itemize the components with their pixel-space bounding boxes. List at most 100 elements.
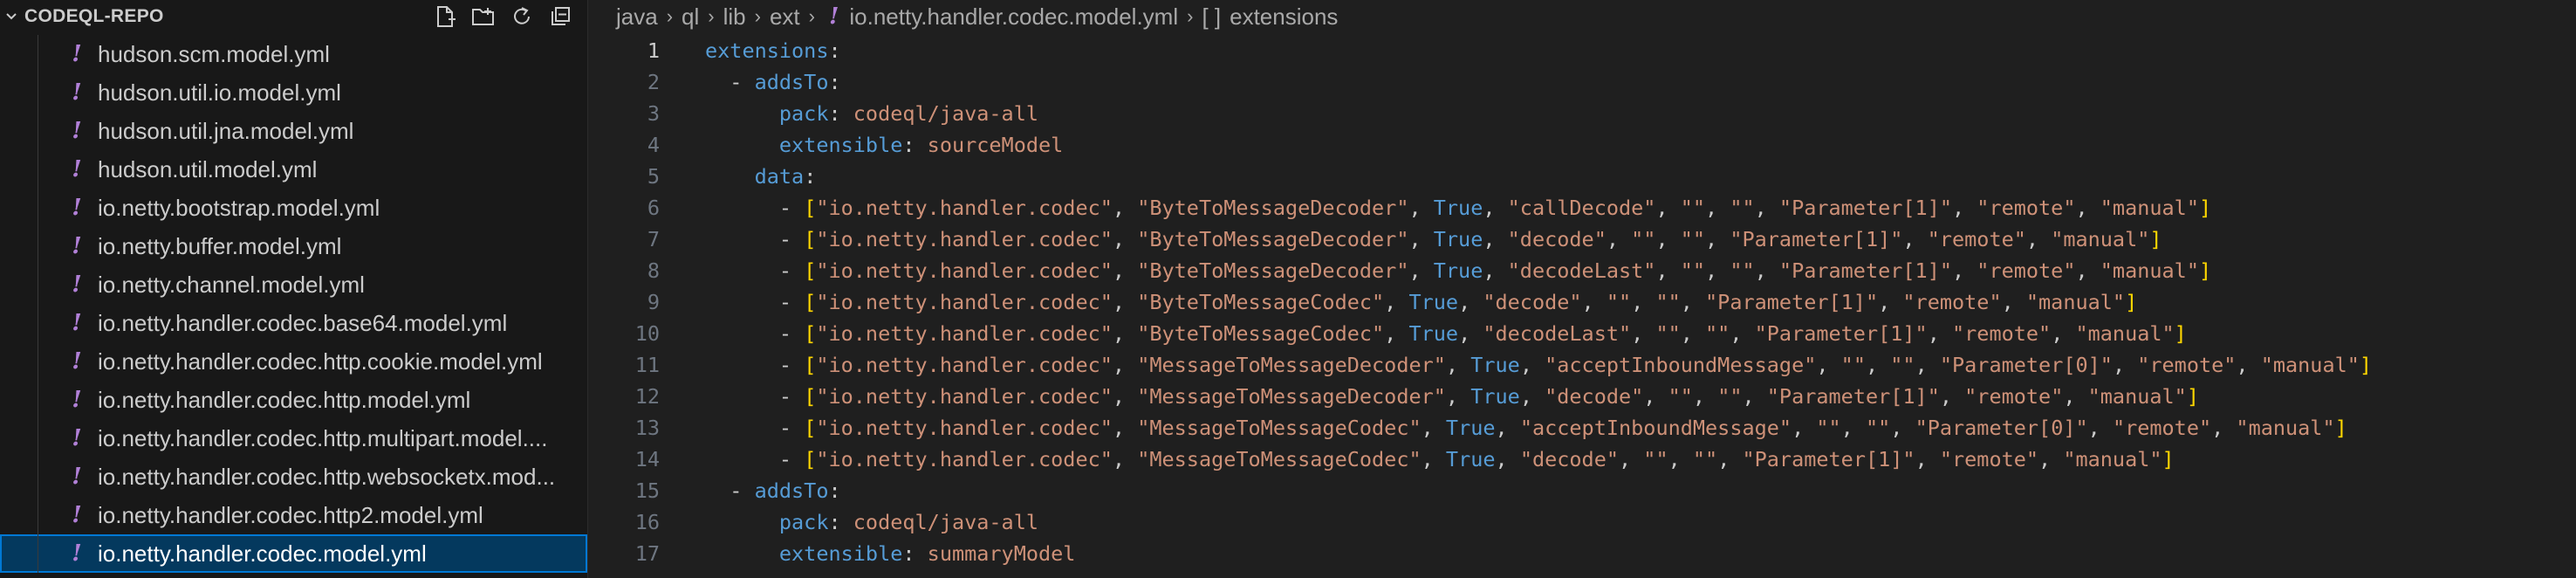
string-token: "io.netty.handler.codec" [816,447,1113,471]
file-tree-item[interactable]: ! io.netty.handler.codec.model.yml [0,534,587,573]
yaml-file-icon: ! [72,387,82,413]
line-number: 10 [634,321,660,346]
breadcrumb-folder[interactable]: java [616,3,658,31]
string-token: "" [1717,384,1743,409]
punctuation-token: - [705,321,805,346]
refresh-icon[interactable] [509,3,535,30]
new-folder-icon[interactable] [470,3,497,30]
breadcrumb-file[interactable]: io.netty.handler.codec.model.yml [849,3,1178,31]
file-tree-item[interactable]: ! io.netty.handler.codec.http2.model.yml [0,496,587,534]
string-token: "MessageToMessageCodec" [1137,416,1422,440]
code-line[interactable]: 8 - ["io.netty.handler.codec", "ByteToMe… [588,255,2576,286]
yaml-file-icon: ! [72,41,82,67]
collapse-all-icon[interactable] [547,3,573,30]
punctuation-token: - [705,196,805,220]
line-number: 8 [647,258,660,283]
punctuation-token: , [1878,290,1903,314]
breadcrumb-symbol[interactable]: extensions [1230,3,1338,31]
string-token: "io.netty.handler.codec" [816,353,1113,377]
bracket-token: [ [804,416,817,440]
code-line[interactable]: 7 - ["io.netty.handler.codec", "ByteToMe… [588,224,2576,255]
breadcrumb-folder[interactable]: lib [723,3,746,31]
string-token: "decode" [1507,227,1607,251]
code-line[interactable]: 5 data: [588,161,2576,192]
string-token: "Parameter[0]" [1915,416,2088,440]
punctuation-token: , [2075,196,2100,220]
new-file-icon[interactable] [432,3,458,30]
file-tree-item[interactable]: ! io.netty.bootstrap.model.yml [0,189,587,227]
file-tree-item[interactable]: ! io.netty.channel.model.yml [0,265,587,304]
yaml-file-icon: ! [72,272,82,298]
code-area[interactable]: 1 extensions: 2 - addsTo: 3 pack: codeql/ja… [588,35,2576,569]
punctuation-token: , [1680,321,1706,346]
punctuation-token: : [828,38,841,63]
punctuation-token: , [1112,416,1138,440]
string-token: "" [1643,447,1668,471]
bracket-token: ] [2198,196,2212,220]
punctuation-token: , [1112,290,1138,314]
punctuation-token: , [1754,258,1779,283]
file-tree-item[interactable]: ! hudson.util.model.yml [0,150,587,189]
punctuation-token: , [1408,258,1434,283]
line-content: - ["io.netty.handler.codec", "ByteToMess… [660,255,2211,286]
workspace-title: CODEQL-REPO [24,6,164,26]
code-line[interactable]: 14 - ["io.netty.handler.codec", "Message… [588,444,2576,475]
bracket-token: ] [2359,353,2373,377]
chevron-right-icon: › [666,5,674,27]
bracket-token: [ [804,258,817,283]
code-line[interactable]: 4 extensible: sourceModel [588,129,2576,161]
explorer-sidebar: CODEQL-REPO ! hudson.scm.model.yml ! hudson… [0,0,588,578]
punctuation-token: , [1445,353,1471,377]
punctuation-token: , [2236,353,2261,377]
code-line[interactable]: 15 - addsTo: [588,475,2576,506]
file-tree-item[interactable]: ! hudson.util.jna.model.yml [0,112,587,150]
punctuation-token: , [1421,447,1446,471]
code-line[interactable]: 17 extensible: summaryModel [588,538,2576,569]
punctuation-token: - [705,384,805,409]
code-line[interactable]: 10 - ["io.netty.handler.codec", "ByteToM… [588,318,2576,349]
punctuation-token: , [1495,416,1520,440]
file-tree: ! hudson.scm.model.yml ! hudson.util.io.mod… [0,35,587,573]
code-line[interactable]: 12 - ["io.netty.handler.codec", "Message… [588,381,2576,412]
string-token: "manual" [2075,321,2175,346]
line-number: 13 [634,416,660,440]
string-token: "Parameter[1]" [1766,384,1940,409]
file-tree-item[interactable]: ! io.netty.handler.codec.base64.model.yml [0,304,587,342]
line-content: - ["io.netty.handler.codec", "MessageToM… [660,444,2175,475]
code-line[interactable]: 9 - ["io.netty.handler.codec", "ByteToMe… [588,286,2576,318]
code-line[interactable]: 3 pack: codeql/java-all [588,98,2576,129]
line-content: - ["io.netty.handler.codec", "MessageToM… [660,381,2199,412]
breadcrumb-folder[interactable]: ext [770,3,800,31]
code-line[interactable]: 2 - addsTo: [588,66,2576,98]
file-tree-item[interactable]: ! io.netty.handler.codec.http.multipart.m… [0,419,587,458]
file-tree-item[interactable]: ! hudson.util.io.model.yml [0,73,587,112]
code-line[interactable]: 1 extensions: [588,35,2576,66]
punctuation-token: , [1421,416,1446,440]
file-tree-item[interactable]: ! io.netty.handler.codec.http.cookie.mode… [0,342,587,381]
code-line[interactable]: 13 - ["io.netty.handler.codec", "Message… [588,412,2576,444]
yaml-file-icon: ! [72,310,82,336]
file-name: io.netty.handler.codec.http.cookie.model… [98,347,543,375]
code-line[interactable]: 6 - ["io.netty.handler.codec", "ByteToMe… [588,192,2576,224]
punctuation-token: , [1631,290,1656,314]
yaml-file-icon: ! [828,3,839,30]
file-name: io.netty.handler.codec.model.yml [98,540,427,567]
file-tree-item[interactable]: ! hudson.scm.model.yml [0,35,587,73]
chevron-down-icon[interactable] [5,10,17,23]
breadcrumb-folder[interactable]: ql [682,3,699,31]
punctuation-token [705,541,779,566]
string-token: summaryModel [927,541,1076,566]
explorer-header[interactable]: CODEQL-REPO [0,0,587,33]
file-name: hudson.scm.model.yml [98,40,330,67]
file-tree-item[interactable]: ! io.netty.handler.codec.http.model.yml [0,381,587,419]
file-name: io.netty.bootstrap.model.yml [98,194,380,221]
file-tree-item[interactable]: ! io.netty.handler.codec.http.websocketx.… [0,458,587,496]
line-number: 6 [647,196,660,220]
code-line[interactable]: 16 pack: codeql/java-all [588,506,2576,538]
code-line[interactable]: 11 - ["io.netty.handler.codec", "Message… [588,349,2576,381]
file-tree-item[interactable]: ! io.netty.buffer.model.yml [0,227,587,265]
string-token: "decode" [1519,447,1619,471]
punctuation-token: : [804,164,817,189]
string-token: "ByteToMessageDecoder" [1137,196,1409,220]
punctuation-token: , [1890,416,1915,440]
